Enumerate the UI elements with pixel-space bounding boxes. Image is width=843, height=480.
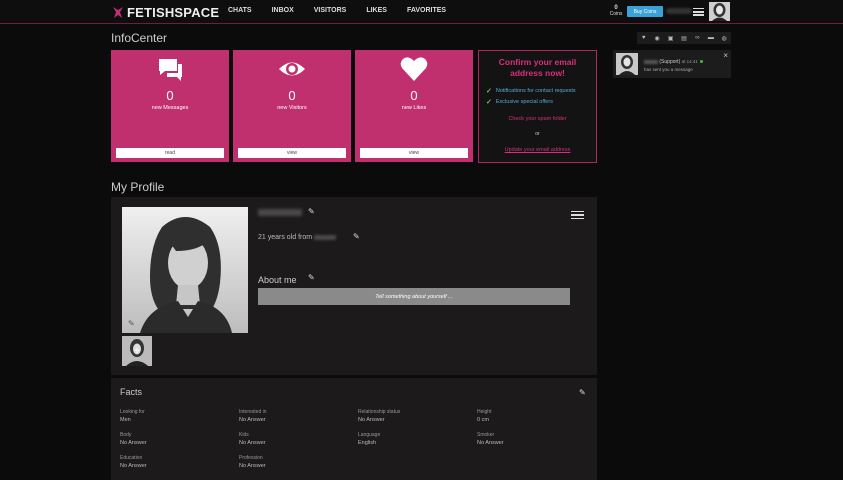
view-visitors-button[interactable]: view [238, 148, 346, 158]
coins-display: 0 Coins [608, 5, 624, 17]
sender-name-blurred [644, 59, 658, 64]
menu-icon[interactable] [693, 8, 704, 16]
check-item: ✓ Exclusive special offers [486, 99, 553, 106]
messages-icon [159, 59, 182, 81]
fact-item: Education No Answer [120, 455, 147, 469]
age-location: 21 years old from [258, 234, 337, 241]
nav-favorites[interactable]: FAVORITES [407, 7, 446, 14]
heart-icon[interactable]: ♥ [639, 35, 648, 42]
likes-count: 0 [410, 88, 418, 103]
view-likes-button[interactable]: view [360, 148, 468, 158]
svg-text:+: + [134, 346, 140, 357]
chat-icon[interactable]: ▬ [706, 35, 715, 42]
top-bar: FETISHSPACE CHATS INBOX VISITORS LIKES F… [0, 0, 843, 24]
fact-item: Smoker No Answer [477, 432, 504, 446]
fact-item: Kids No Answer [239, 432, 266, 446]
spam-folder-text: Check your spam folder [508, 116, 567, 122]
quick-icons-bar: ♥ ◉ ▣ ▤ ∞ ▬ ◍ [637, 32, 731, 44]
photo-thumbnail[interactable]: + [122, 336, 152, 366]
fact-item: Looking for Men [120, 409, 145, 423]
eye-slash-icon[interactable]: ◍ [720, 35, 729, 42]
username-blurred[interactable] [666, 8, 692, 14]
read-button[interactable]: read [116, 148, 224, 158]
message-notification[interactable]: (Support) at 14:41 has sent you a messag… [613, 50, 731, 78]
check-icon: ✓ [486, 88, 492, 95]
visitors-count: 0 [288, 88, 296, 103]
fact-item: Profession No Answer [239, 455, 266, 469]
heart-icon [400, 57, 428, 81]
about-me-input[interactable]: Tell something about yourself ... [258, 288, 570, 305]
confirm-email-title: Confirm your email address now! [498, 57, 577, 78]
logo-icon [113, 6, 123, 18]
online-indicator [699, 60, 703, 63]
likes-label: new Likes [401, 105, 427, 111]
or-text: or [535, 131, 540, 137]
check-item: ✓ Notifications for contact requests [486, 88, 576, 95]
gift-icon[interactable]: ▤ [679, 35, 688, 42]
facts-panel: Facts ✎ Looking for Men Interested in No… [111, 378, 597, 480]
location-blurred [314, 234, 337, 240]
profile-title: My Profile [111, 180, 165, 194]
avatar[interactable] [709, 2, 730, 21]
fact-item: Body No Answer [120, 432, 147, 446]
about-me-title: About me [258, 275, 297, 285]
fact-item: Height 0 cm [477, 409, 492, 423]
coins-label: Coins [609, 11, 623, 17]
close-icon[interactable]: × [723, 51, 728, 60]
main-nav: CHATS INBOX VISITORS LIKES FAVORITES [228, 7, 466, 14]
edit-about-pencil-icon[interactable]: ✎ [308, 273, 315, 282]
edit-username-pencil-icon[interactable]: ✎ [308, 207, 315, 216]
confirm-email-panel: Confirm your email address now! ✓ Notific… [478, 50, 597, 163]
edit-photo-pencil-icon[interactable]: ✎ [128, 319, 135, 328]
nav-inbox[interactable]: INBOX [272, 7, 294, 14]
fact-item: Interested in No Answer [239, 409, 267, 423]
edit-facts-pencil-icon[interactable]: ✎ [579, 388, 586, 397]
visitors-card[interactable]: 0 new Visitors view [233, 50, 351, 162]
lock-icon[interactable]: ▣ [666, 35, 675, 42]
brand-name: FETISHSPACE [127, 4, 220, 20]
update-email-link[interactable]: Update your email address [479, 147, 596, 153]
username-blurred [258, 209, 302, 216]
facts-title: Facts [120, 387, 143, 397]
edit-age-pencil-icon[interactable]: ✎ [353, 232, 360, 241]
infocenter-title: InfoCenter [111, 31, 168, 45]
nav-chats[interactable]: CHATS [228, 7, 252, 14]
visitors-label: new Visitors [277, 105, 307, 111]
profile-photo[interactable]: ✎ [122, 207, 248, 333]
messages-count: 0 [166, 88, 174, 103]
profile-panel: ✎ + ✎ 21 years old from ✎ About me ✎ Tel… [111, 197, 597, 375]
eye-icon [279, 62, 305, 76]
likes-card[interactable]: 0 new Likes view [355, 50, 473, 162]
check-icon: ✓ [486, 99, 492, 106]
link-icon[interactable]: ∞ [693, 35, 702, 42]
nav-visitors[interactable]: VISITORS [314, 7, 347, 14]
profile-menu-icon[interactable] [571, 211, 584, 220]
notification-message: has sent you a message [644, 67, 693, 72]
messages-label: new Messages [151, 105, 189, 111]
notification-sender: (Support) at 14:41 [644, 59, 703, 65]
avatar [616, 53, 638, 75]
nav-likes[interactable]: LIKES [366, 7, 387, 14]
eye-icon[interactable]: ◉ [653, 35, 662, 42]
fact-item: Language English [358, 432, 381, 446]
buy-coins-button[interactable]: Buy Coins [627, 6, 663, 17]
messages-card[interactable]: 0 new Messages read [111, 50, 229, 162]
brand-logo[interactable]: FETISHSPACE [112, 4, 219, 20]
fact-item: Relationship status No Answer [358, 409, 401, 423]
